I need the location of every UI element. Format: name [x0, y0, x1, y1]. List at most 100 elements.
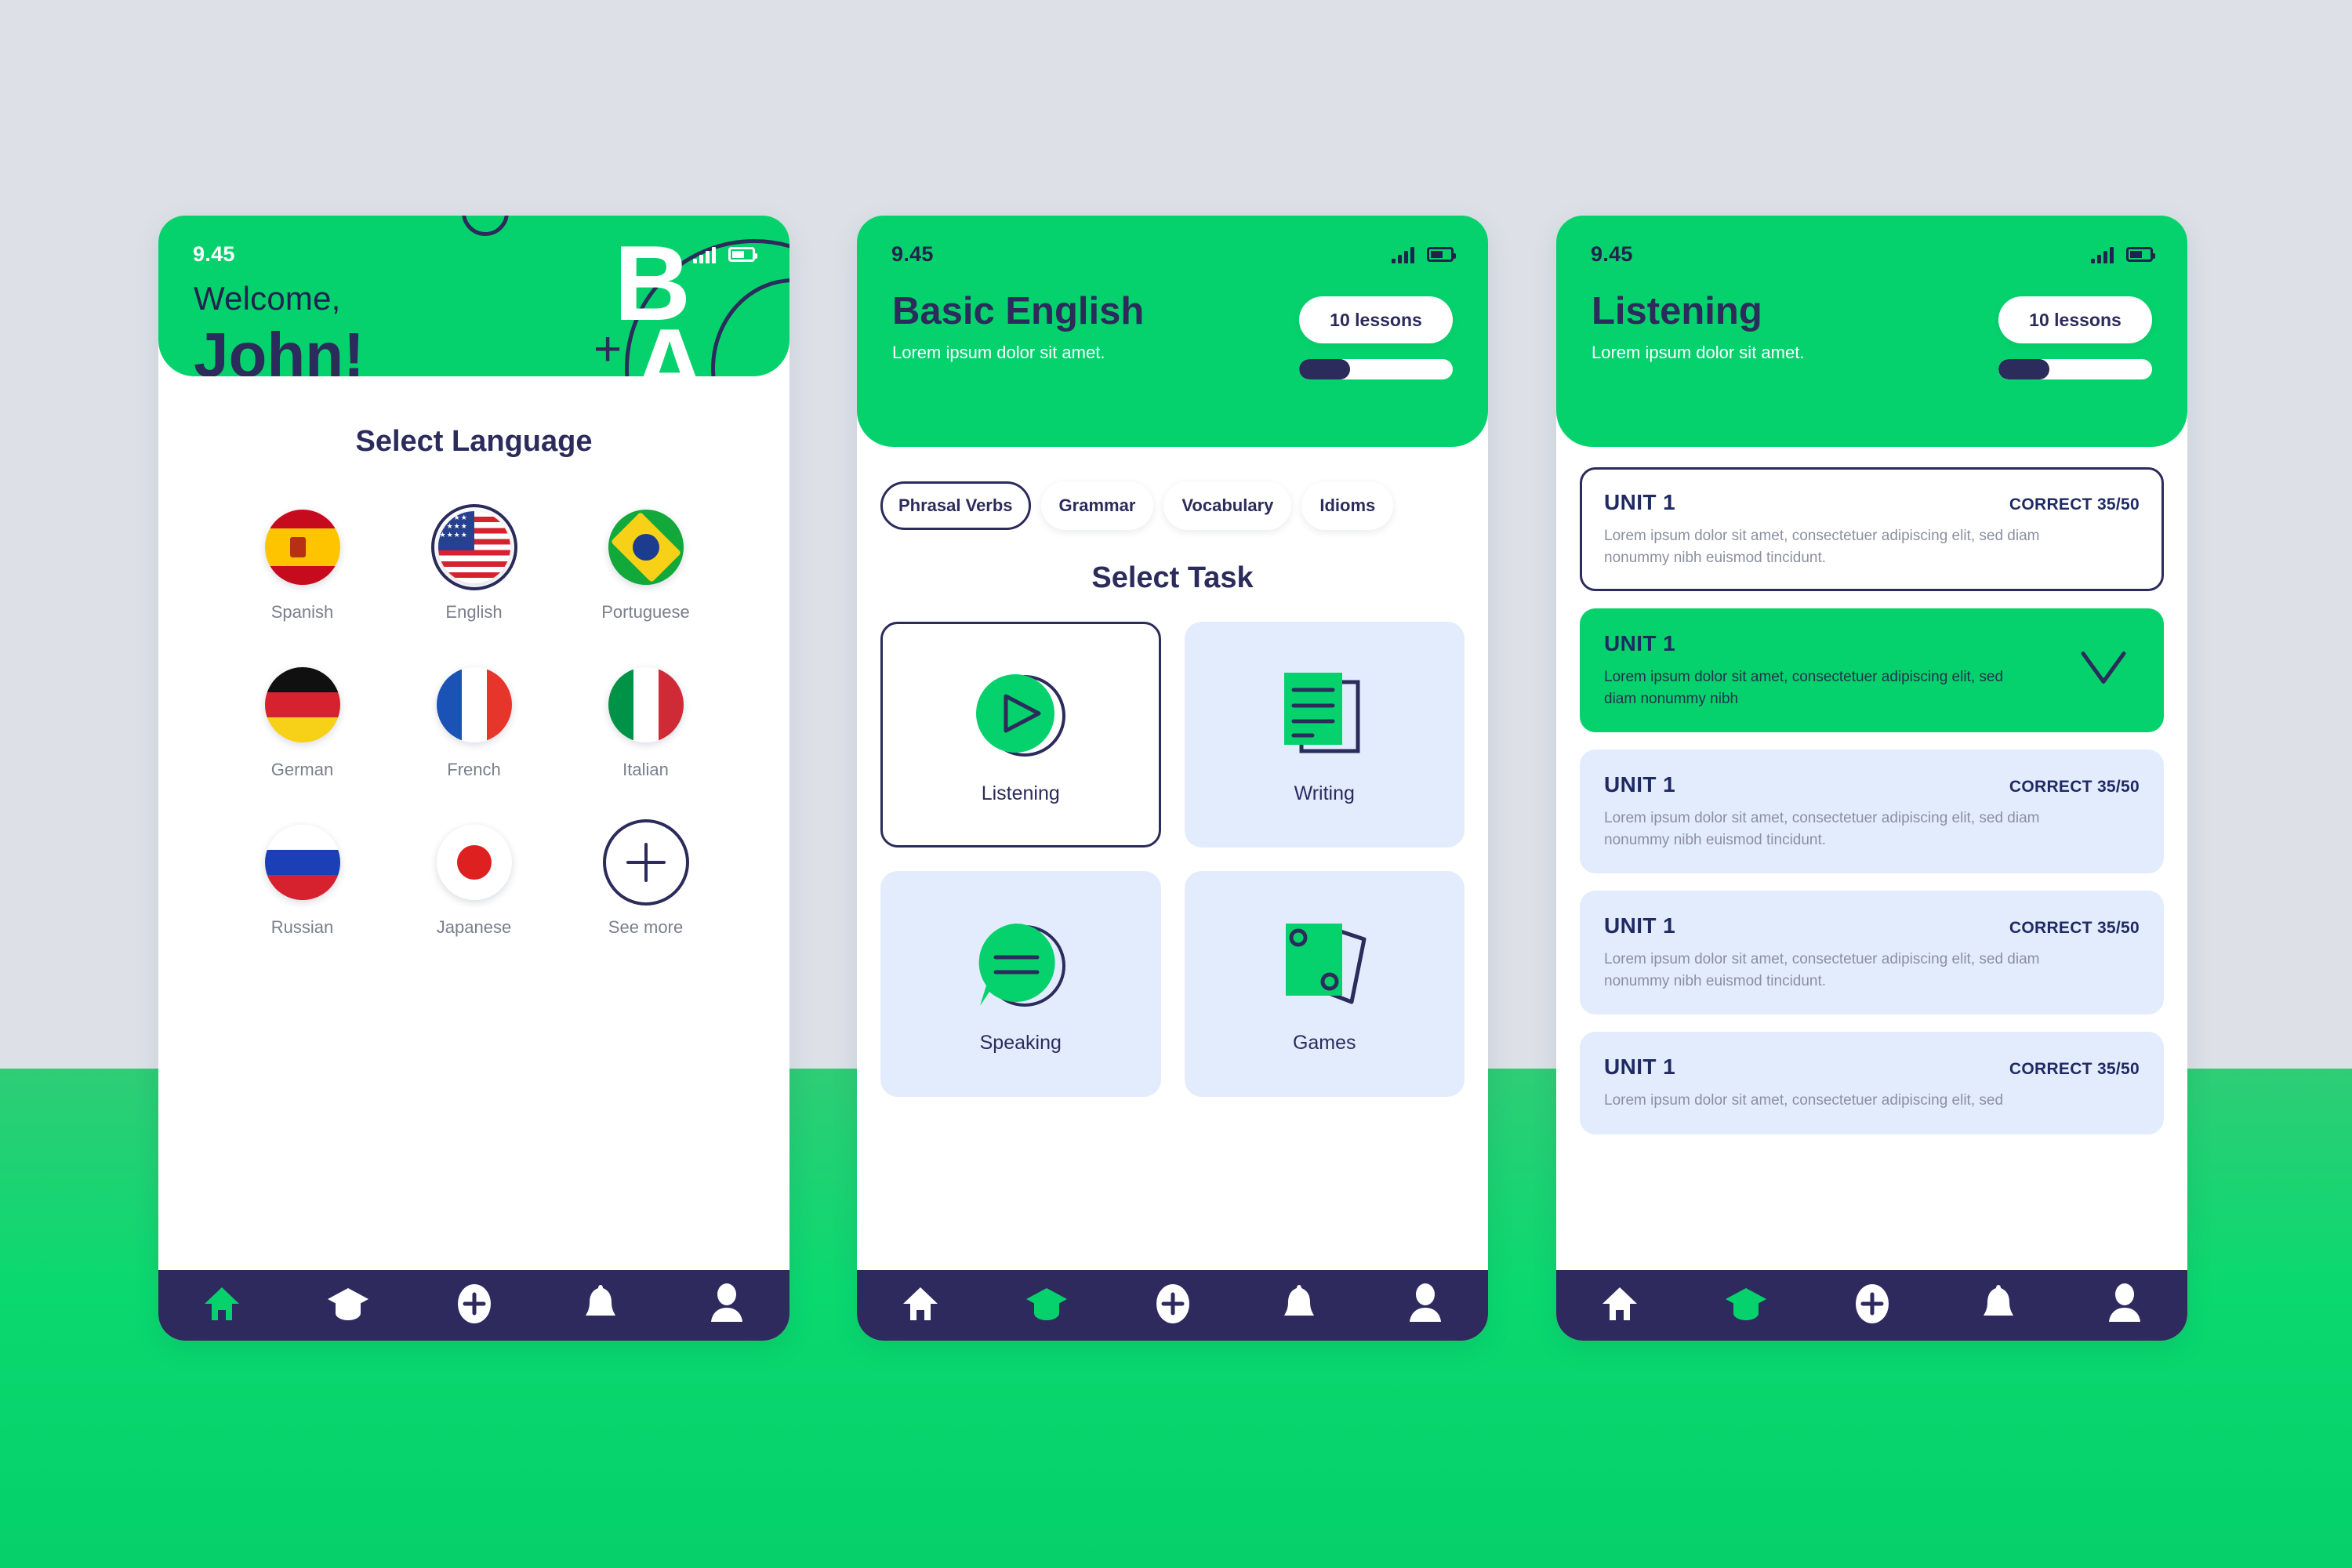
home-icon[interactable] — [900, 1283, 941, 1328]
listening-subtitle: Lorem ipsum dolor sit amet. — [1592, 343, 1805, 363]
home-icon[interactable] — [201, 1283, 242, 1328]
home-icon[interactable] — [1599, 1283, 1640, 1328]
language-option-german[interactable]: German — [216, 662, 388, 780]
nav-item-notifications[interactable] — [573, 1282, 628, 1329]
status-time: 9.45 — [891, 242, 934, 266]
language-label: English — [445, 602, 503, 622]
chip-grammar[interactable]: Grammar — [1040, 481, 1154, 530]
status-time: 9.45 — [1591, 242, 1633, 266]
nav-item-learn[interactable] — [1719, 1282, 1773, 1329]
language-option-english[interactable]: English — [388, 504, 560, 622]
hero-header-welcome: 9.45 B + A Welcome, John! — [158, 216, 789, 376]
task-label: Writing — [1294, 782, 1355, 804]
unit-card[interactable]: UNIT 1 CORRECT 35/50 Lorem ipsum dolor sit… — [1580, 750, 2164, 874]
flag-russia-icon — [264, 825, 340, 900]
graduation-cap-icon[interactable] — [1025, 1283, 1069, 1328]
unit-description: Lorem ipsum dolor sit amet, consectetuer… — [1604, 810, 2040, 848]
bell-icon[interactable] — [1280, 1283, 1318, 1329]
plus-icon[interactable] — [602, 819, 689, 906]
select-task-title: Select Task — [1091, 561, 1254, 594]
bottom-nav-bar[interactable] — [158, 1270, 789, 1341]
cards-icon — [1273, 914, 1375, 1016]
play-circle-icon — [970, 665, 1072, 767]
plus-circle-icon[interactable] — [1853, 1282, 1891, 1330]
nav-item-home[interactable] — [893, 1282, 948, 1329]
unit-card[interactable]: UNIT 1 CORRECT 35/50 Lorem ipsum dolor sit… — [1580, 467, 2164, 592]
nav-item-profile[interactable] — [2097, 1282, 2152, 1329]
plus-circle-icon[interactable] — [456, 1282, 493, 1330]
unit-description: Lorem ipsum dolor sit amet, consectetuer… — [1604, 528, 2040, 566]
user-icon[interactable] — [708, 1283, 746, 1329]
battery-icon — [1427, 247, 1456, 262]
nav-item-learn[interactable] — [321, 1282, 376, 1329]
unit-score: CORRECT 35/50 — [2009, 778, 2140, 797]
lessons-badge: 10 lessons — [1299, 296, 1453, 343]
unit-name: UNIT 1 — [1604, 772, 1676, 797]
unit-card[interactable]: UNIT 1 CORRECT 35/50 Lorem ipsum dolor sit… — [1580, 1032, 2164, 1134]
listening-title: Listening — [1592, 290, 1762, 332]
unit-list: UNIT 1 CORRECT 35/50 Lorem ipsum dolor sit… — [1556, 447, 2187, 1134]
unit-score: CORRECT 35/50 — [2009, 919, 2140, 938]
bottom-nav-bar[interactable] — [1556, 1270, 2187, 1341]
chip-idioms[interactable]: Idioms — [1301, 481, 1394, 530]
nav-item-notifications[interactable] — [1971, 1282, 2026, 1329]
nav-item-profile[interactable] — [699, 1282, 754, 1329]
nav-item-add[interactable] — [1145, 1282, 1200, 1329]
bottom-nav-bar[interactable] — [857, 1270, 1488, 1341]
language-option-portuguese[interactable]: Portuguese — [560, 504, 731, 622]
language-option-italian[interactable]: Italian — [560, 662, 731, 780]
task-card-speaking[interactable]: Speaking — [880, 871, 1161, 1097]
nav-item-add[interactable] — [447, 1282, 502, 1329]
unit-score: CORRECT 35/50 — [2009, 1060, 2140, 1079]
document-icon — [1284, 672, 1360, 753]
task-card-games[interactable]: Games — [1184, 871, 1465, 1097]
unit-score: CORRECT 35/50 — [2009, 495, 2140, 514]
user-icon[interactable] — [2106, 1283, 2143, 1329]
category-chip-row[interactable]: Phrasal Verbs Grammar Vocabulary Idioms — [857, 481, 1488, 530]
listening-progress-fill — [1998, 359, 2049, 379]
graduation-cap-icon[interactable] — [326, 1283, 370, 1328]
status-time: 9.45 — [193, 242, 235, 266]
unit-name: UNIT 1 — [1604, 1054, 1676, 1080]
task-card-writing[interactable]: Writing — [1184, 622, 1465, 848]
nav-item-profile[interactable] — [1398, 1282, 1453, 1329]
phone-screen-units: 9.45 Listening Lorem ipsum dolor sit ame… — [1556, 216, 2187, 1341]
selected-ring — [430, 504, 517, 590]
flag-brazil-icon — [608, 510, 684, 585]
graduation-cap-icon[interactable] — [1724, 1283, 1768, 1328]
language-grid: Spanish English Portuguese German French Ital… — [158, 504, 789, 938]
hero-header-listening: 9.45 Listening Lorem ipsum dolor sit ame… — [1556, 216, 2187, 447]
task-card-listening[interactable]: Listening — [880, 622, 1161, 848]
bell-icon[interactable] — [1980, 1283, 2017, 1329]
unit-card[interactable]: UNIT 1 Lorem ipsum dolor sit amet, consec… — [1580, 608, 2164, 733]
language-option-see-more[interactable]: See more — [560, 819, 731, 938]
signal-bars-icon — [693, 246, 716, 263]
nav-item-notifications[interactable] — [1272, 1282, 1327, 1329]
hero-header-course: 9.45 Basic English Lorem ipsum dolor sit… — [857, 216, 1488, 447]
language-option-french[interactable]: French — [388, 662, 560, 780]
task-grid: Listening Writing Speaking Games — [857, 622, 1488, 1097]
unit-description: Lorem ipsum dolor sit amet, consectetuer… — [1604, 669, 2004, 707]
course-progress-fill — [1299, 359, 1350, 379]
plus-circle-icon[interactable] — [1154, 1282, 1192, 1330]
flag-italy-icon — [608, 667, 684, 742]
chip-phrasal-verbs[interactable]: Phrasal Verbs — [880, 481, 1031, 530]
nav-item-home[interactable] — [194, 1282, 249, 1329]
chip-vocabulary[interactable]: Vocabulary — [1163, 481, 1292, 530]
task-label: Listening — [981, 782, 1060, 804]
nav-item-home[interactable] — [1592, 1282, 1647, 1329]
nav-item-add[interactable] — [1845, 1282, 1900, 1329]
signal-bars-icon — [2091, 246, 2114, 263]
user-icon[interactable] — [1406, 1283, 1444, 1329]
language-option-spanish[interactable]: Spanish — [216, 504, 388, 622]
bell-icon[interactable] — [582, 1283, 619, 1329]
language-option-japanese[interactable]: Japanese — [388, 819, 560, 938]
nav-item-learn[interactable] — [1019, 1282, 1074, 1329]
language-option-russian[interactable]: Russian — [216, 819, 388, 938]
welcome-block: Welcome, John! — [194, 280, 365, 376]
phone-screen-course: 9.45 Basic English Lorem ipsum dolor sit… — [857, 216, 1488, 1341]
unit-card[interactable]: UNIT 1 CORRECT 35/50 Lorem ipsum dolor sit… — [1580, 891, 2164, 1015]
task-label: Speaking — [979, 1031, 1062, 1054]
language-label: Russian — [270, 917, 334, 937]
unit-description: Lorem ipsum dolor sit amet, consectetuer… — [1604, 951, 2040, 989]
